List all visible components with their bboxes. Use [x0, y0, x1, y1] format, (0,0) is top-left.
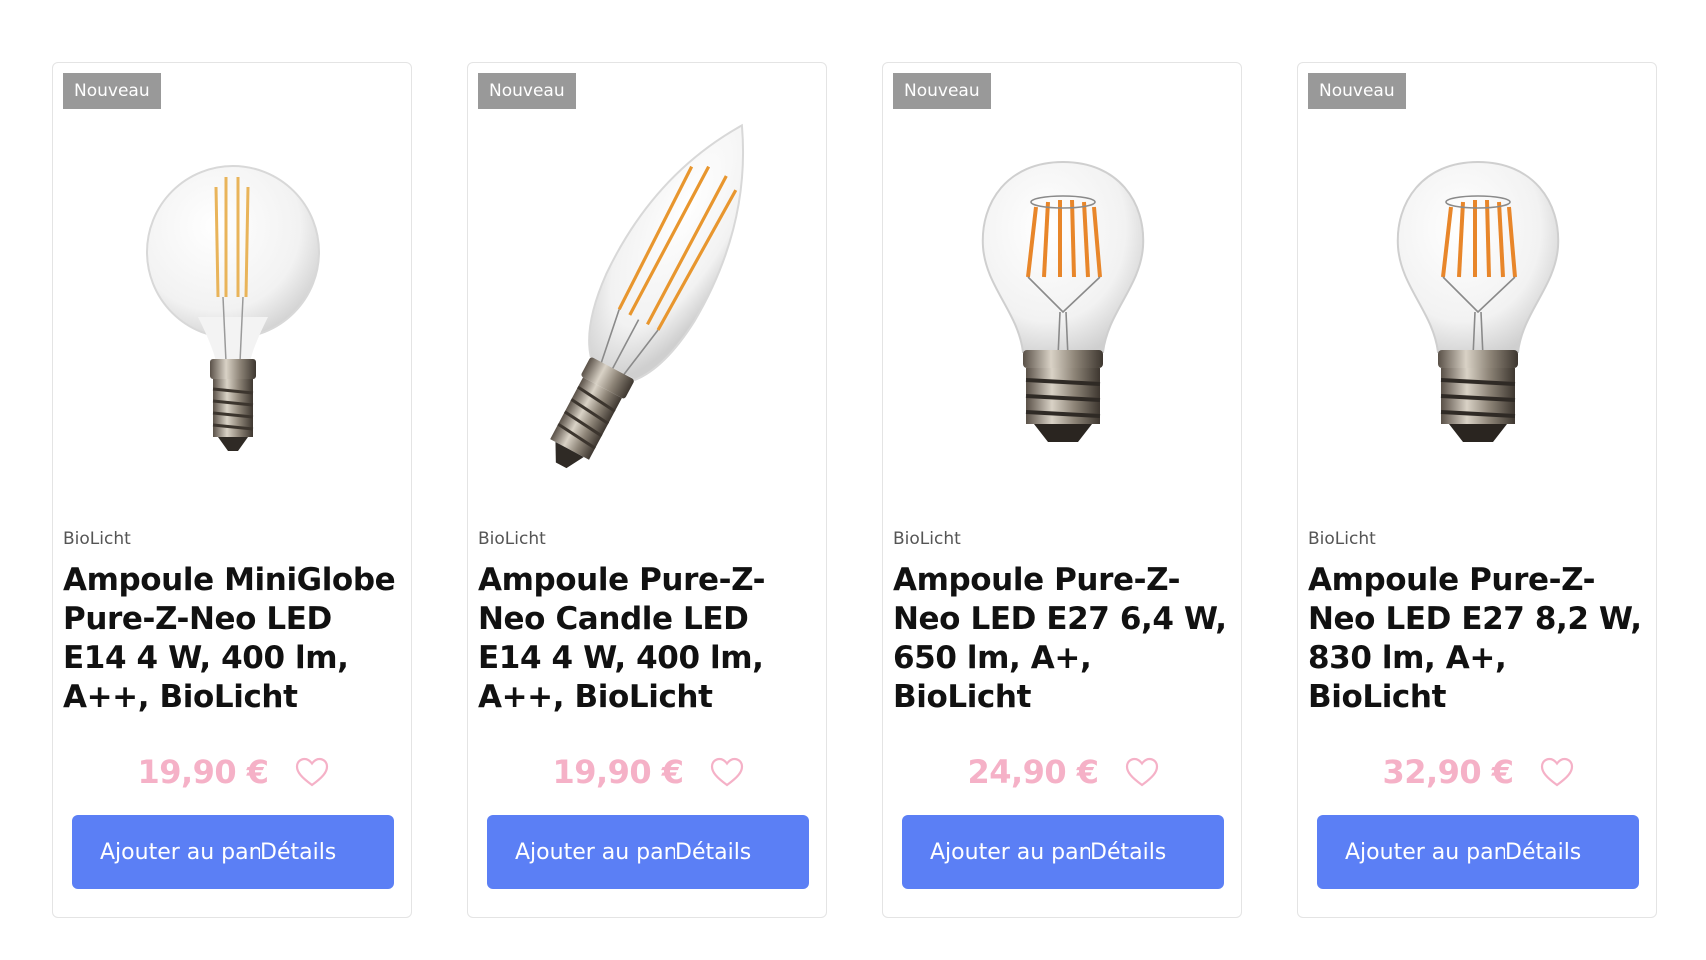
globe-bulb-e14-icon: [146, 165, 320, 451]
card-actions: Ajouter au panier Détails: [487, 815, 809, 889]
product-title[interactable]: Ampoule Pure-Z-Neo LED E27 6,4 W, 650 lm…: [893, 561, 1233, 717]
wishlist-heart-icon[interactable]: [1125, 757, 1159, 787]
product-card[interactable]: Nouveau: [52, 62, 412, 918]
wishlist-heart-icon[interactable]: [1540, 757, 1574, 787]
product-price: 32,90 €: [1382, 753, 1514, 791]
product-grid: Nouveau BioLicht Ampoule MiniGlobe Pure-…: [52, 62, 1657, 918]
card-actions: Ajouter au panier Détails: [72, 815, 394, 889]
wishlist-heart-icon[interactable]: [710, 757, 744, 787]
product-image[interactable]: [53, 77, 413, 527]
details-button[interactable]: Détails: [260, 815, 336, 889]
product-brand: BioLicht: [1308, 529, 1376, 549]
new-badge: Nouveau: [893, 73, 991, 109]
card-actions: Ajouter au panier Détails: [902, 815, 1224, 889]
add-to-cart-button[interactable]: Ajouter au panier: [72, 815, 260, 889]
add-to-cart-button[interactable]: Ajouter au panier: [902, 815, 1090, 889]
product-card[interactable]: Nouveau: [467, 62, 827, 918]
product-title[interactable]: Ampoule Pure-Z-Neo Candle LED E14 4 W, 4…: [478, 561, 818, 717]
wishlist-heart-icon[interactable]: [295, 757, 329, 787]
product-title[interactable]: Ampoule MiniGlobe Pure-Z-Neo LED E14 4 W…: [63, 561, 403, 717]
details-button[interactable]: Détails: [675, 815, 751, 889]
product-brand: BioLicht: [63, 529, 131, 549]
product-brand: BioLicht: [893, 529, 961, 549]
price-row: 19,90 €: [53, 753, 413, 791]
product-card[interactable]: Nouveau: [882, 62, 1242, 918]
product-title[interactable]: Ampoule Pure-Z-Neo LED E27 8,2 W, 830 lm…: [1308, 561, 1648, 717]
add-to-cart-button[interactable]: Ajouter au panier: [487, 815, 675, 889]
card-actions: Ajouter au panier Détails: [1317, 815, 1639, 889]
add-to-cart-button[interactable]: Ajouter au panier: [1317, 815, 1505, 889]
product-price: 19,90 €: [137, 753, 269, 791]
price-row: 32,90 €: [1298, 753, 1658, 791]
price-row: 24,90 €: [883, 753, 1243, 791]
product-price: 24,90 €: [967, 753, 1099, 791]
new-badge: Nouveau: [1308, 73, 1406, 109]
product-image[interactable]: [883, 77, 1243, 527]
standard-bulb-e27-icon: [1396, 160, 1560, 442]
product-price: 19,90 €: [552, 753, 684, 791]
new-badge: Nouveau: [63, 73, 161, 109]
price-row: 19,90 €: [468, 753, 828, 791]
details-button[interactable]: Détails: [1090, 815, 1166, 889]
details-button[interactable]: Détails: [1505, 815, 1581, 889]
product-image[interactable]: [1298, 77, 1658, 527]
product-brand: BioLicht: [478, 529, 546, 549]
new-badge: Nouveau: [478, 73, 576, 109]
product-image[interactable]: [468, 77, 828, 527]
product-card[interactable]: Nouveau: [1297, 62, 1657, 918]
standard-bulb-e27-icon: [981, 160, 1145, 442]
candle-bulb-e14-icon: [550, 123, 745, 469]
